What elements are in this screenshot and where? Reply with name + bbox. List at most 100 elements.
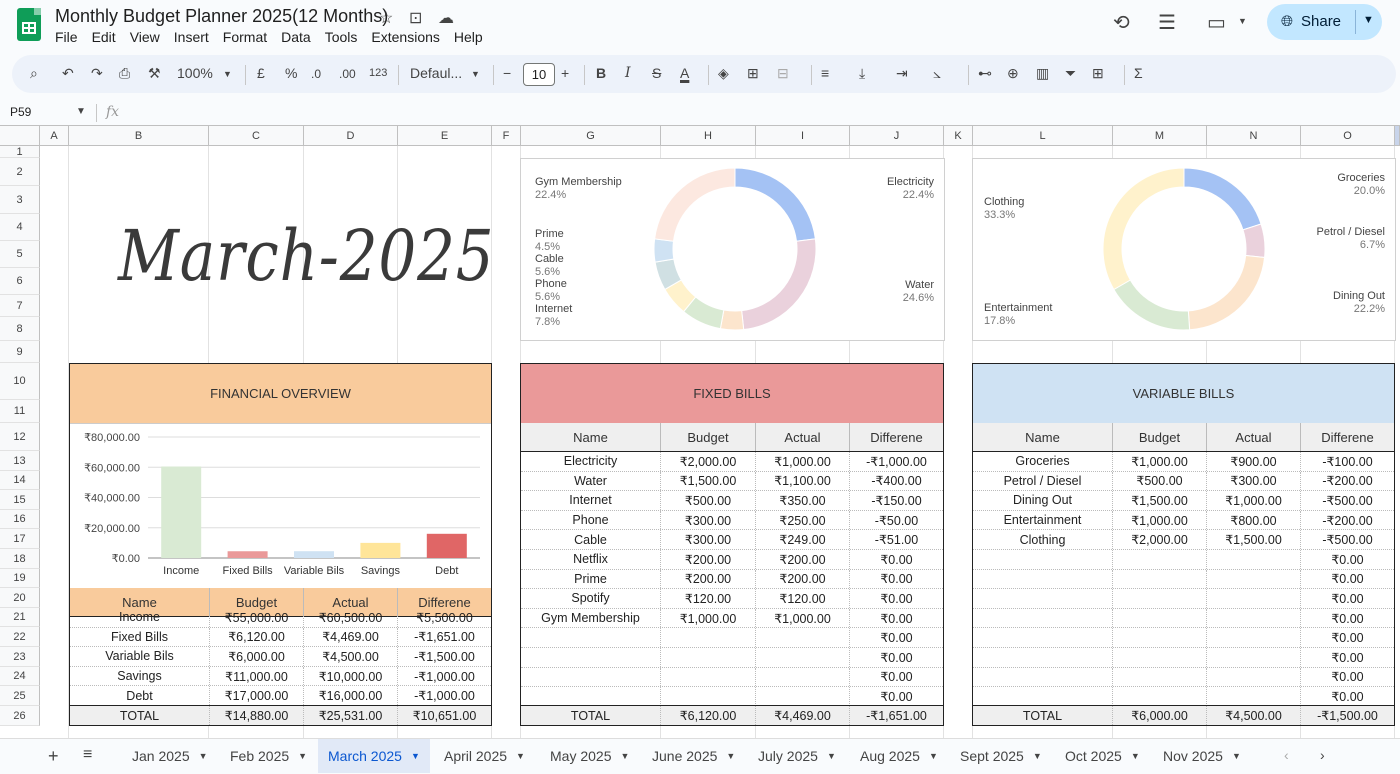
cell-actual[interactable]: [756, 667, 850, 687]
cell-difference[interactable]: ₹0.00: [850, 628, 943, 647]
menu-insert[interactable]: Insert: [174, 29, 209, 45]
cell-name[interactable]: [521, 667, 661, 687]
cell-budget[interactable]: [1113, 687, 1207, 706]
cell-budget[interactable]: ₹1,000.00: [1113, 452, 1207, 471]
cell-actual[interactable]: ₹120.00: [756, 589, 850, 608]
cell-budget[interactable]: [1113, 608, 1207, 628]
total-difference[interactable]: -₹1,651.00: [850, 706, 943, 725]
version-history-icon[interactable]: ⟲: [1113, 10, 1130, 35]
row-header-13[interactable]: 13: [0, 451, 40, 471]
cell-budget[interactable]: ₹1,500.00: [661, 471, 756, 491]
cell-difference[interactable]: -₹100.00: [1301, 452, 1394, 471]
financial-overview-bar-chart[interactable]: ₹80,000.00 ₹60,000.00 ₹40,000.00 ₹20,000.00…: [70, 423, 491, 588]
text-wrapping-icon[interactable]: ⇥: [896, 65, 908, 82]
cell-difference[interactable]: ₹0.00: [850, 687, 943, 706]
col-header-b[interactable]: B: [69, 126, 209, 146]
cell-actual[interactable]: [1207, 550, 1301, 569]
cell-actual[interactable]: [1207, 608, 1301, 628]
variable-bills-pie-chart[interactable]: Groceries 20.0% Clothing 33.3% Petrol / Di…: [972, 158, 1396, 341]
cell-budget[interactable]: [1113, 550, 1207, 569]
menu-tools[interactable]: Tools: [325, 29, 358, 45]
cell-budget[interactable]: [661, 628, 756, 647]
cell-name[interactable]: [521, 648, 661, 667]
functions-icon[interactable]: Σ: [1134, 65, 1143, 81]
total-budget[interactable]: ₹6,000.00: [1113, 706, 1207, 725]
cell-actual[interactable]: [1207, 687, 1301, 706]
cell-actual[interactable]: [1207, 569, 1301, 589]
cell-actual[interactable]: [1207, 648, 1301, 667]
cell-actual[interactable]: ₹60,500.00: [304, 608, 398, 627]
cell-difference[interactable]: -₹1,000.00: [398, 667, 491, 686]
cell-budget[interactable]: [1113, 589, 1207, 608]
cell-name[interactable]: Petrol / Diesel: [973, 471, 1113, 491]
pie-slice[interactable]: [654, 167, 736, 242]
horizontal-align-icon[interactable]: ≡: [821, 65, 829, 81]
text-color-icon[interactable]: A: [680, 65, 689, 81]
share-dropdown-icon[interactable]: ▼: [1363, 14, 1374, 26]
italic-icon[interactable]: I: [625, 65, 631, 81]
fill-color-icon[interactable]: ◈: [718, 65, 729, 82]
cell-budget[interactable]: ₹500.00: [1113, 471, 1207, 491]
row-header-19[interactable]: 19: [0, 569, 40, 588]
sheet-tab-march-2025[interactable]: March 2025 ▼: [318, 739, 430, 773]
cloud-status-icon[interactable]: ☁: [438, 8, 454, 28]
cell-name[interactable]: [973, 550, 1113, 569]
col-header-d[interactable]: D: [304, 126, 398, 146]
cell-name[interactable]: Phone: [521, 510, 661, 530]
merge-cells-icon[interactable]: ⊟: [777, 65, 789, 82]
sheet-tab-sept-2025[interactable]: Sept 2025 ▼: [950, 739, 1052, 773]
menu-data[interactable]: Data: [281, 29, 311, 45]
cell-actual[interactable]: ₹10,000.00: [304, 666, 398, 686]
cell-actual[interactable]: ₹1,000.00: [756, 608, 850, 628]
cell-actual[interactable]: [1207, 667, 1301, 687]
cell-budget[interactable]: ₹6,120.00: [210, 627, 304, 647]
font-size-input[interactable]: 10: [523, 63, 555, 86]
cell-budget[interactable]: ₹500.00: [661, 491, 756, 510]
cell-budget[interactable]: ₹2,000.00: [661, 452, 756, 471]
cell-name[interactable]: [973, 569, 1113, 589]
row-header-20[interactable]: 20: [0, 588, 40, 608]
cell-difference[interactable]: ₹0.00: [850, 668, 943, 687]
cell-budget[interactable]: ₹1,000.00: [661, 608, 756, 628]
row-header-18[interactable]: 18: [0, 549, 40, 569]
cell-difference[interactable]: ₹0.00: [1301, 628, 1394, 647]
currency-format-button[interactable]: £: [257, 65, 265, 81]
cell-budget[interactable]: ₹11,000.00: [210, 666, 304, 686]
cell-name[interactable]: Gym Membership: [521, 608, 661, 628]
col-header-k[interactable]: K: [944, 126, 973, 146]
col-header-l[interactable]: L: [973, 126, 1113, 146]
add-sheet-icon[interactable]: +: [48, 746, 59, 767]
cell-budget[interactable]: [1113, 569, 1207, 589]
row-header-9[interactable]: 9: [0, 341, 40, 363]
pie-slice[interactable]: [1102, 167, 1185, 291]
cell-name[interactable]: [973, 589, 1113, 608]
menu-help[interactable]: Help: [454, 29, 483, 45]
cell-difference[interactable]: -₹51.00: [850, 530, 943, 549]
share-button[interactable]: 🌐︎ Share ▼: [1267, 4, 1382, 40]
cell-difference[interactable]: -₹200.00: [1301, 511, 1394, 530]
row-header-11[interactable]: 11: [0, 400, 40, 423]
cell-difference[interactable]: ₹0.00: [1301, 589, 1394, 608]
cell-difference[interactable]: -₹400.00: [850, 472, 943, 491]
col-header-n[interactable]: N: [1207, 126, 1301, 146]
decrease-font-size-icon[interactable]: −: [503, 65, 511, 81]
sheet-tab-july-2025[interactable]: July 2025 ▼: [748, 739, 846, 773]
redo-icon[interactable]: ↷: [91, 65, 103, 82]
pie-slice[interactable]: [1242, 223, 1266, 259]
borders-icon[interactable]: ⊞: [747, 65, 759, 82]
cell-name[interactable]: Internet: [521, 491, 661, 510]
paint-format-icon[interactable]: ⚒: [148, 65, 161, 82]
total-label[interactable]: TOTAL: [973, 706, 1113, 725]
menu-extensions[interactable]: Extensions: [371, 29, 439, 45]
cell-actual[interactable]: ₹200.00: [756, 550, 850, 569]
print-icon[interactable]: ⎙: [119, 65, 130, 82]
col-header-i[interactable]: I: [756, 126, 850, 146]
row-header-10[interactable]: 10: [0, 363, 40, 400]
row-header-26[interactable]: 26: [0, 706, 40, 726]
cell-actual[interactable]: ₹249.00: [756, 530, 850, 549]
cell-difference[interactable]: -₹200.00: [1301, 472, 1394, 491]
cell-name[interactable]: Clothing: [973, 530, 1113, 549]
col-header-g[interactable]: G: [521, 126, 661, 146]
cell-name[interactable]: Fixed Bills: [70, 627, 210, 647]
zoom-dropdown-icon[interactable]: ▼: [223, 69, 232, 79]
